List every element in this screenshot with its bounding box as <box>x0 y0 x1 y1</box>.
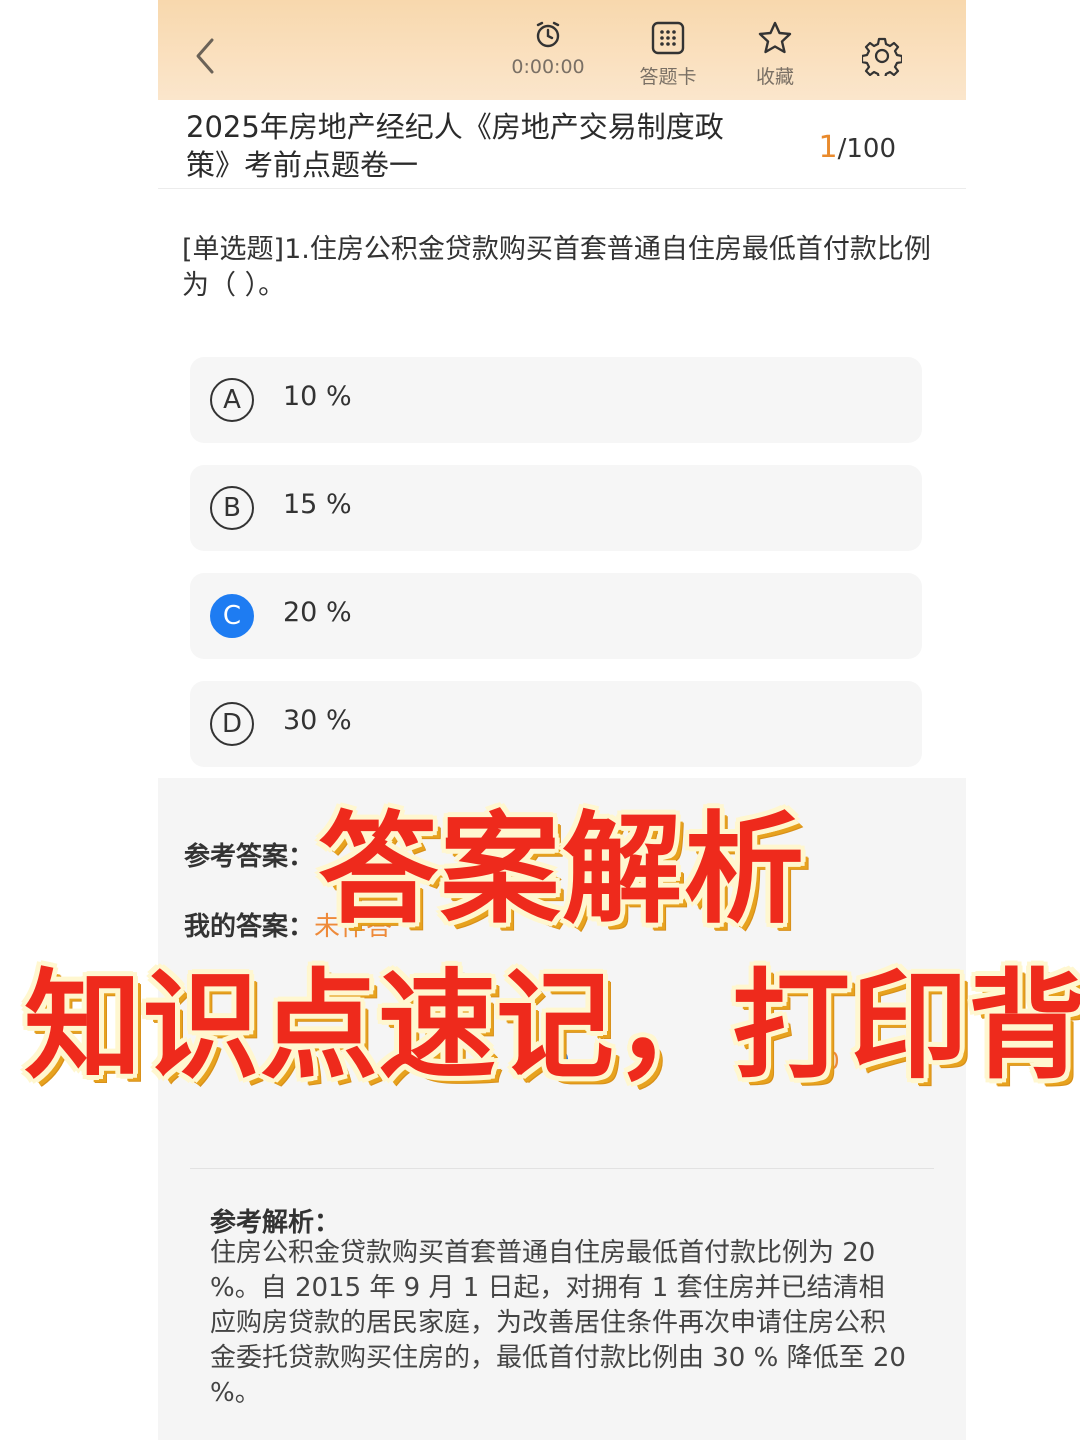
exam-title: 2025年房地产经纪人《房地产交易制度政策》考前点题卷一 <box>186 110 724 182</box>
exam-title-row: 2025年房地产经纪人《房地产交易制度政策》考前点题卷一 1/100 <box>158 100 966 189</box>
back-button[interactable] <box>190 36 220 76</box>
alarm-clock-icon <box>536 21 560 48</box>
question-text: [单选题]1.住房公积金贷款购买首套普通自住房最低首付款比例为（ ）。 <box>182 234 931 301</box>
total-questions: /100 <box>837 134 896 164</box>
question-counter: 1/100 <box>819 130 896 165</box>
timer-label: 0:00:00 <box>511 56 585 78</box>
favorite-button[interactable]: 收藏 <box>730 20 820 89</box>
chevron-left-icon <box>196 38 214 74</box>
star-icon <box>758 21 792 54</box>
app-screen: 0:00:00 答题卡 收藏 2025年房地产经纪人《房地产交易制度政策》考前点… <box>158 0 966 1440</box>
screenshot: 0:00:00 答题卡 收藏 2025年房地产经纪人《房地产交易制度政策》考前点… <box>0 0 1080 1440</box>
gear-icon <box>860 37 904 81</box>
option-text: 15 % <box>283 489 352 520</box>
option-letter: A <box>210 378 254 422</box>
top-toolbar: 0:00:00 答题卡 收藏 <box>158 0 966 100</box>
divider <box>190 1168 934 1169</box>
option-text: 20 % <box>283 597 352 628</box>
answer-card-label: 答题卡 <box>639 66 697 88</box>
overlay-banner-answer-analysis: 答案解析 <box>318 801 806 940</box>
option-letter: D <box>210 702 254 746</box>
current-question-number: 1 <box>818 130 838 165</box>
reference-answer-label: 参考答案： <box>184 842 315 872</box>
timer[interactable]: 0:00:00 <box>503 20 593 78</box>
answer-card-button[interactable]: 答题卡 <box>623 20 713 89</box>
option-letter: B <box>210 486 254 530</box>
overlay-banner-knowledge-notes: 知识点速记，打印背 <box>24 957 1080 1095</box>
option-a[interactable]: A 10 % <box>190 357 922 443</box>
explanation-title: 参考解析： <box>210 1208 341 1238</box>
favorite-label: 收藏 <box>755 66 794 88</box>
option-d[interactable]: D 30 % <box>190 681 922 767</box>
option-b[interactable]: B 15 % <box>190 465 922 551</box>
option-text: 30 % <box>283 705 352 736</box>
settings-button[interactable] <box>860 36 904 81</box>
option-c[interactable]: C 20 % <box>190 573 922 659</box>
grid-icon <box>651 21 685 55</box>
explanation-text: 住房公积金贷款购买首套普通自住房最低首付款比例为 20 %。自 2015 年 9… <box>210 1238 906 1408</box>
option-text: 10 % <box>283 381 352 412</box>
option-letter: C <box>210 594 254 638</box>
